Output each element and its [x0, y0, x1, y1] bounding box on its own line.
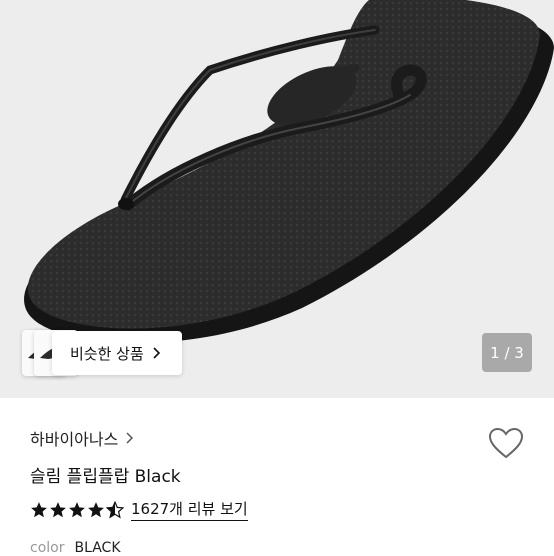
product-title: 슬림 플립플랍 Black: [30, 467, 181, 487]
heart-outline-icon[interactable]: [488, 427, 524, 459]
image-counter: 1 / 3: [482, 333, 532, 372]
star-icon: [50, 501, 66, 517]
chevron-right-icon: [126, 429, 134, 448]
wishlist-button[interactable]: [488, 427, 524, 463]
brand-name: 하바이아나스: [30, 430, 119, 449]
chevron-right-icon: [153, 344, 160, 363]
product-image-gallery[interactable]: 비슷한 상품 1 / 3: [0, 0, 554, 398]
brand-link[interactable]: 하바이아나스: [30, 426, 134, 450]
star-icon: [69, 501, 85, 517]
similar-products-label: 비슷한 상품: [70, 344, 144, 363]
rating-row: 1627개 리뷰 보기: [30, 498, 248, 521]
similar-products-button[interactable]: 비슷한 상품: [52, 331, 182, 375]
star-rating: [30, 500, 125, 519]
star-icon: [88, 501, 104, 517]
star-icon: [31, 501, 47, 517]
star-half-icon: [106, 500, 124, 518]
reviews-link[interactable]: 1627개 리뷰 보기: [131, 498, 248, 521]
